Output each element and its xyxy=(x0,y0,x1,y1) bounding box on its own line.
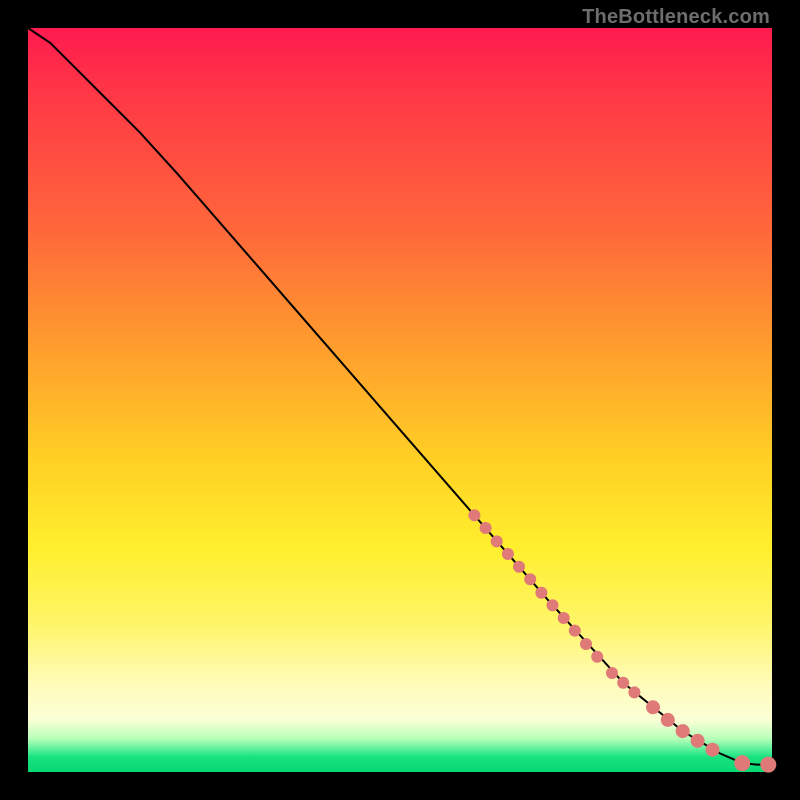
data-point xyxy=(676,724,690,738)
data-point xyxy=(580,638,592,650)
data-point xyxy=(524,573,536,585)
chart-frame: TheBottleneck.com xyxy=(0,0,800,800)
data-point xyxy=(480,522,492,534)
data-point xyxy=(628,686,640,698)
data-point xyxy=(468,509,480,521)
data-point xyxy=(569,625,581,637)
chart-svg xyxy=(28,28,772,772)
data-point xyxy=(706,743,720,757)
watermark-label: TheBottleneck.com xyxy=(582,6,770,29)
data-point xyxy=(617,677,629,689)
curve-line xyxy=(28,28,772,765)
data-point xyxy=(558,612,570,624)
data-point xyxy=(591,651,603,663)
data-point xyxy=(606,667,618,679)
data-point xyxy=(661,713,675,727)
data-point xyxy=(513,561,525,573)
data-point xyxy=(691,734,705,748)
data-point xyxy=(734,755,750,771)
data-point xyxy=(491,535,503,547)
data-point xyxy=(760,757,776,773)
data-point xyxy=(535,587,547,599)
scatter-group xyxy=(468,509,776,772)
data-point xyxy=(502,548,514,560)
data-point xyxy=(547,599,559,611)
data-point xyxy=(646,700,660,714)
plot-area xyxy=(28,28,772,772)
